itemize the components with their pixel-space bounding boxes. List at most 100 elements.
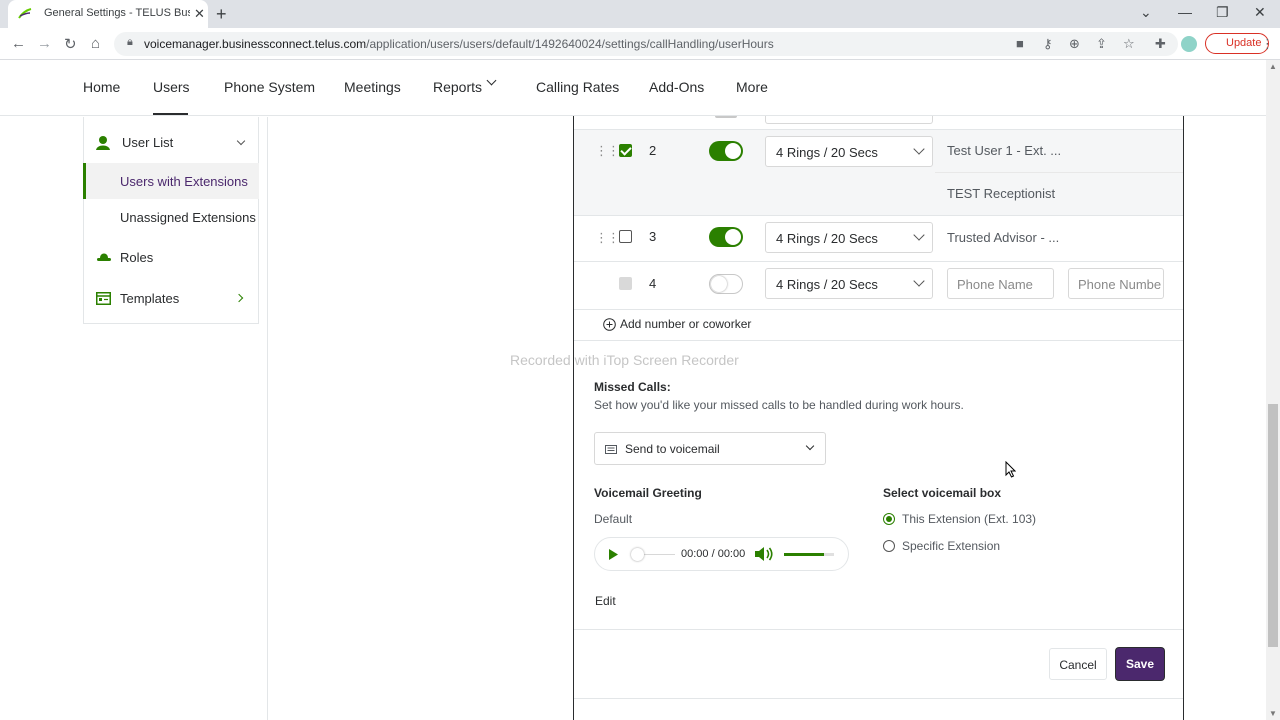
previous-row-select[interactable] (765, 116, 933, 124)
sidebar-item-user-list[interactable]: User List (122, 135, 173, 150)
rings-select-value: 4 Rings / 20 Secs (776, 277, 878, 292)
bookmark-star-icon[interactable]: ☆ (1123, 36, 1135, 52)
row-checkbox-disabled (619, 277, 632, 290)
audio-player: 00:00 / 00:00 (594, 537, 849, 571)
tab-search-icon[interactable]: ⌄ (1140, 4, 1152, 21)
forward-icon[interactable]: → (37, 35, 52, 52)
voicemail-box-title: Select voicemail box (883, 486, 1002, 500)
update-button[interactable]: Update (1205, 33, 1269, 54)
add-number-link[interactable]: Add number or coworker (620, 317, 751, 331)
app-navigation (0, 60, 1266, 116)
templates-icon (96, 292, 111, 305)
browser-tab[interactable]: General Settings - TELUS Business ✕ (8, 0, 208, 28)
telus-favicon-icon (18, 8, 32, 19)
recorder-watermark: Recorded with iTop Screen Recorder (510, 352, 739, 368)
cancel-button[interactable]: Cancel (1049, 648, 1107, 680)
window-close-icon[interactable]: ✕ (1254, 4, 1266, 21)
nav-active-indicator (153, 113, 188, 115)
phone-name-input[interactable]: Phone Name (947, 268, 1054, 299)
sidebar-item-unassigned-extensions[interactable]: Unassigned Extensions (120, 210, 256, 225)
home-icon[interactable]: ⌂ (91, 35, 100, 52)
chevron-down-icon (913, 143, 925, 155)
save-button[interactable]: Save (1116, 648, 1164, 680)
volume-level (784, 553, 824, 556)
missed-calls-title: Missed Calls: (594, 380, 671, 394)
missed-calls-description: Set how you'd like your missed calls to … (594, 398, 964, 412)
missed-calls-select-value: Send to voicemail (625, 442, 720, 456)
row-divider (574, 129, 1183, 130)
new-tab-icon[interactable]: + (216, 4, 227, 25)
row-checkbox[interactable] (619, 144, 632, 157)
nav-add-ons[interactable]: Add-Ons (649, 79, 704, 95)
row-checkbox[interactable] (619, 230, 632, 243)
nav-more[interactable]: More (736, 79, 768, 95)
radio-specific-extension-label[interactable]: Specific Extension (902, 539, 1000, 553)
scrollbar-thumb[interactable] (1268, 404, 1278, 647)
nav-users[interactable]: Users (153, 79, 190, 95)
volume-icon[interactable] (754, 546, 774, 562)
zoom-icon[interactable]: ⊕ (1069, 36, 1080, 52)
bottom-divider (574, 698, 1183, 699)
minimize-icon[interactable]: — (1178, 4, 1192, 20)
missed-calls-select[interactable]: Send to voicemail (594, 432, 826, 465)
profile-avatar[interactable] (1181, 36, 1197, 52)
mouse-cursor-icon (1005, 461, 1016, 478)
radio-this-extension[interactable] (883, 513, 895, 525)
restore-icon[interactable]: ❐ (1216, 4, 1229, 21)
play-icon[interactable] (609, 549, 618, 560)
rings-select[interactable]: 4 Rings / 20 Secs (765, 268, 933, 299)
tab-title: General Settings - TELUS Business (44, 7, 190, 19)
sidebar-item-users-with-extensions-label[interactable]: Users with Extensions (120, 174, 248, 189)
row-enable-toggle[interactable] (709, 227, 743, 247)
ring-target[interactable]: Trusted Advisor - ... (947, 230, 1059, 245)
radio-this-extension-label[interactable]: This Extension (Ext. 103) (902, 512, 1036, 526)
nav-meetings[interactable]: Meetings (344, 79, 401, 95)
back-icon[interactable]: ← (11, 35, 26, 52)
nav-reports[interactable]: Reports (433, 79, 482, 95)
voicemail-icon (605, 445, 617, 454)
progress-handle[interactable] (631, 548, 644, 561)
extensions-icon[interactable]: ✚ (1155, 36, 1166, 52)
phone-number-input[interactable]: Phone Numbe (1068, 268, 1164, 299)
edit-greeting-link[interactable]: Edit (595, 594, 616, 608)
rings-select[interactable]: 4 Rings / 20 Secs (765, 222, 933, 253)
voicemail-greeting-title: Voicemail Greeting (594, 486, 702, 500)
nav-phone-system[interactable]: Phone System (224, 79, 315, 95)
key-icon[interactable]: ⚷ (1043, 36, 1053, 52)
row-number: 2 (649, 143, 657, 158)
row-enable-toggle[interactable] (709, 274, 743, 294)
url-path: /application/users/users/default/1492640… (366, 37, 774, 51)
browser-menu-icon[interactable]: ⋮ (1261, 36, 1274, 52)
nav-calling-rates[interactable]: Calling Rates (536, 79, 619, 95)
rings-select[interactable]: 4 Rings / 20 Secs (765, 136, 933, 167)
rings-select-value: 4 Rings / 20 Secs (776, 145, 878, 160)
previous-row-toggle[interactable] (715, 116, 737, 118)
scroll-down-icon[interactable]: ▼ (1269, 709, 1277, 718)
radio-specific-extension[interactable] (883, 540, 895, 552)
lock-icon[interactable]: 🔒︎ (127, 36, 133, 49)
update-label: Update (1226, 37, 1262, 49)
sidebar-divider (267, 117, 268, 720)
share-icon[interactable]: ⇪ (1096, 36, 1107, 52)
roles-hat-icon (97, 253, 111, 261)
url-text[interactable]: voicemanager.businessconnect.telus.com/a… (144, 37, 774, 51)
reload-icon[interactable]: ↻ (64, 35, 77, 53)
ring-target[interactable]: Test User 1 - Ext. ... (947, 143, 1061, 158)
nav-home[interactable]: Home (83, 79, 120, 95)
row-divider (574, 261, 1183, 262)
footer-divider (574, 629, 1183, 630)
sub-row-divider (935, 172, 1183, 173)
row-number: 4 (649, 276, 657, 291)
voicemail-greeting-value: Default (594, 512, 633, 526)
row-divider (574, 215, 1183, 216)
tab-close-icon[interactable]: ✕ (194, 6, 205, 22)
scroll-up-icon[interactable]: ▲ (1269, 62, 1277, 71)
sidebar-item-roles[interactable]: Roles (120, 250, 153, 265)
sidebar-item-templates[interactable]: Templates (120, 291, 179, 306)
camera-icon[interactable]: ■ (1016, 36, 1024, 51)
row-enable-toggle[interactable] (709, 141, 743, 161)
add-circle-icon[interactable] (603, 318, 616, 331)
row-divider (574, 309, 1183, 310)
chevron-down-icon (913, 275, 925, 287)
ring-target-secondary: TEST Receptionist (947, 186, 1056, 201)
